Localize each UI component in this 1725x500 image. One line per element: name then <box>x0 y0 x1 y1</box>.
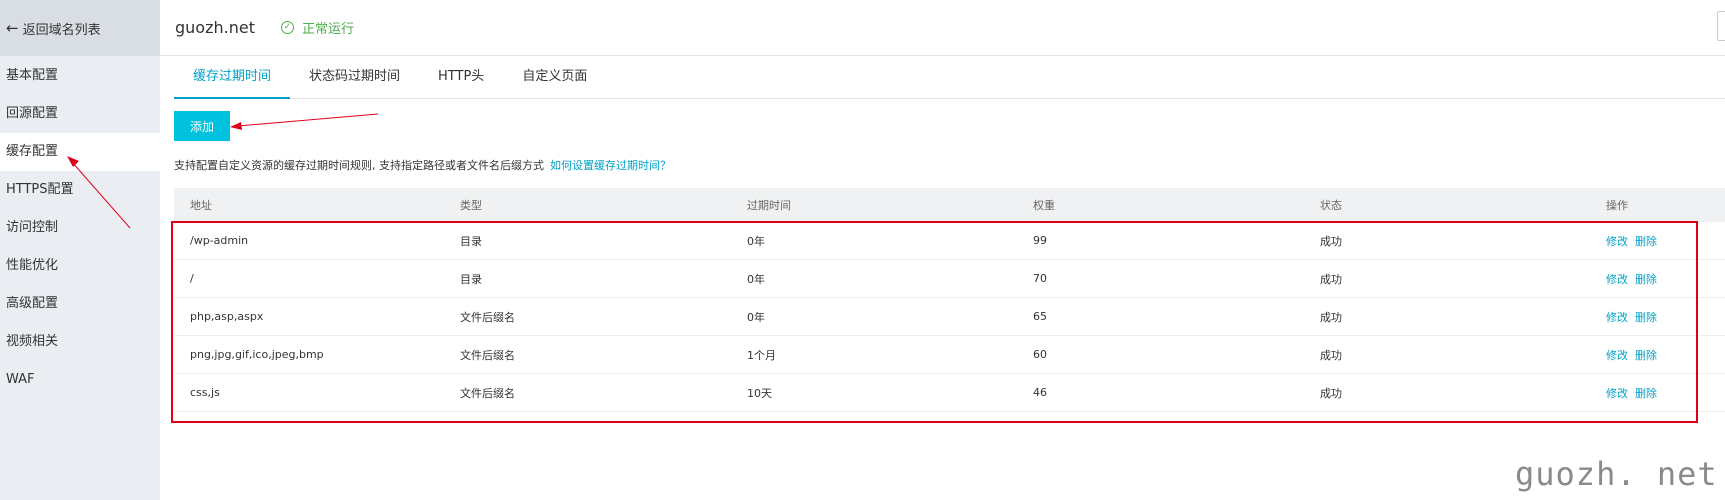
table-row: php,asp,aspx 文件后缀名 0年 65 成功 修改 删除 <box>174 298 1725 336</box>
tab-custom-page[interactable]: 自定义页面 <box>503 56 606 99</box>
cell-type: 文件后缀名 <box>460 310 515 324</box>
edit-link[interactable]: 修改 <box>1606 235 1628 248</box>
cell-actions: 修改 删除 <box>1606 271 1725 287</box>
delete-link[interactable]: 删除 <box>1635 349 1657 362</box>
cell-status: 成功 <box>1320 272 1342 286</box>
cell-address: /wp-admin <box>190 234 249 247</box>
cell-address: / <box>190 272 194 285</box>
table-header: 地址 类型 过期时间 权重 状态 操作 <box>174 188 1725 222</box>
annotation-arrow-line <box>237 113 379 127</box>
status-badge: ✓ 正常运行 <box>280 18 354 37</box>
cell-expire: 0年 <box>747 234 765 248</box>
sidebar-item-video[interactable]: 视频相关 <box>0 323 160 361</box>
edit-link[interactable]: 修改 <box>1606 273 1628 286</box>
sidebar-nav: 基本配置 回源配置 缓存配置 HTTPS配置 访问控制 性能优化 高级配置 视频… <box>0 56 160 399</box>
back-label: 返回域名列表 <box>22 22 101 38</box>
delete-link[interactable]: 删除 <box>1635 273 1657 286</box>
sidebar-item-origin[interactable]: 回源配置 <box>0 95 160 133</box>
cell-actions: 修改 删除 <box>1606 233 1725 249</box>
back-to-domain-list-link[interactable]: ← 返回域名列表 <box>0 0 160 56</box>
watermark: guozh. net <box>1515 455 1718 493</box>
cell-status: 成功 <box>1320 348 1342 362</box>
cell-expire: 0年 <box>747 310 765 324</box>
delete-link[interactable]: 删除 <box>1635 387 1657 400</box>
sidebar-item-waf[interactable]: WAF <box>0 361 160 399</box>
cell-type: 文件后缀名 <box>460 348 515 362</box>
sidebar-item-advanced[interactable]: 高级配置 <box>0 285 160 323</box>
cell-type: 目录 <box>460 272 482 286</box>
sidebar-item-https[interactable]: HTTPS配置 <box>0 171 160 209</box>
table-row: png,jpg,gif,ico,jpeg,bmp 文件后缀名 1个月 60 成功… <box>174 336 1725 374</box>
page-header: guozh.net ✓ 正常运行 <box>160 0 1725 56</box>
description: 支持配置自定义资源的缓存过期时间规则, 支持指定路径或者文件名后缀方式 如何设置缓… <box>174 157 671 173</box>
description-text: 支持配置自定义资源的缓存过期时间规则, 支持指定路径或者文件名后缀方式 <box>174 159 544 172</box>
config-tabs: 缓存过期时间 状态码过期时间 HTTP头 自定义页面 <box>174 56 1725 99</box>
tab-status-code-expiry[interactable]: 状态码过期时间 <box>290 56 419 99</box>
cell-weight: 65 <box>1033 310 1047 323</box>
domain-title: guozh.net <box>175 18 255 37</box>
help-link[interactable]: 如何设置缓存过期时间？ <box>550 159 671 172</box>
cell-weight: 99 <box>1033 234 1047 247</box>
sidebar-item-access-control[interactable]: 访问控制 <box>0 209 160 247</box>
cell-status: 成功 <box>1320 386 1342 400</box>
sidebar-item-performance[interactable]: 性能优化 <box>0 247 160 285</box>
column-type: 类型 <box>460 199 482 212</box>
header-right-button[interactable] <box>1717 11 1725 41</box>
cell-status: 成功 <box>1320 310 1342 324</box>
cell-actions: 修改 删除 <box>1606 385 1725 401</box>
cell-actions: 修改 删除 <box>1606 347 1725 363</box>
cdn-config-page: ← 返回域名列表 基本配置 回源配置 缓存配置 HTTPS配置 访问控制 性能优… <box>0 0 1725 500</box>
arrow-left-icon: ← <box>6 19 19 37</box>
edit-link[interactable]: 修改 <box>1606 387 1628 400</box>
cell-address: png,jpg,gif,ico,jpeg,bmp <box>190 348 324 361</box>
delete-link[interactable]: 删除 <box>1635 311 1657 324</box>
edit-link[interactable]: 修改 <box>1606 311 1628 324</box>
tab-cache-expiry[interactable]: 缓存过期时间 <box>174 56 291 99</box>
check-circle-icon: ✓ <box>280 21 294 34</box>
sidebar: ← 返回域名列表 基本配置 回源配置 缓存配置 HTTPS配置 访问控制 性能优… <box>0 0 160 500</box>
status-text: 正常运行 <box>301 22 354 37</box>
cell-address: css,js <box>190 386 220 399</box>
column-weight: 权重 <box>1033 199 1055 212</box>
cell-status: 成功 <box>1320 234 1342 248</box>
cell-weight: 70 <box>1033 272 1047 285</box>
column-actions: 操作 <box>1606 199 1628 212</box>
cell-type: 目录 <box>460 234 482 248</box>
delete-link[interactable]: 删除 <box>1635 235 1657 248</box>
cell-expire: 0年 <box>747 272 765 286</box>
cell-expire: 10天 <box>747 386 772 400</box>
column-status: 状态 <box>1320 199 1342 212</box>
sidebar-item-cache[interactable]: 缓存配置 <box>0 133 160 171</box>
table-row: /wp-admin 目录 0年 99 成功 修改 删除 <box>174 222 1725 260</box>
column-address: 地址 <box>190 199 212 212</box>
column-expire: 过期时间 <box>747 199 791 212</box>
tab-http-header[interactable]: HTTP头 <box>419 56 503 99</box>
cell-address: php,asp,aspx <box>190 310 264 323</box>
edit-link[interactable]: 修改 <box>1606 349 1628 362</box>
cell-type: 文件后缀名 <box>460 386 515 400</box>
table-row: / 目录 0年 70 成功 修改 删除 <box>174 260 1725 298</box>
cell-weight: 60 <box>1033 348 1047 361</box>
cache-rules-table: 地址 类型 过期时间 权重 状态 操作 /wp-admin 目录 0年 99 成… <box>174 188 1725 412</box>
sidebar-item-basic[interactable]: 基本配置 <box>0 57 160 95</box>
add-button[interactable]: 添加 <box>174 111 230 141</box>
cell-weight: 46 <box>1033 386 1047 399</box>
table-row: css,js 文件后缀名 10天 46 成功 修改 删除 <box>174 374 1725 412</box>
cell-actions: 修改 删除 <box>1606 309 1725 325</box>
cell-expire: 1个月 <box>747 348 776 362</box>
annotation-arrowhead <box>230 122 242 130</box>
